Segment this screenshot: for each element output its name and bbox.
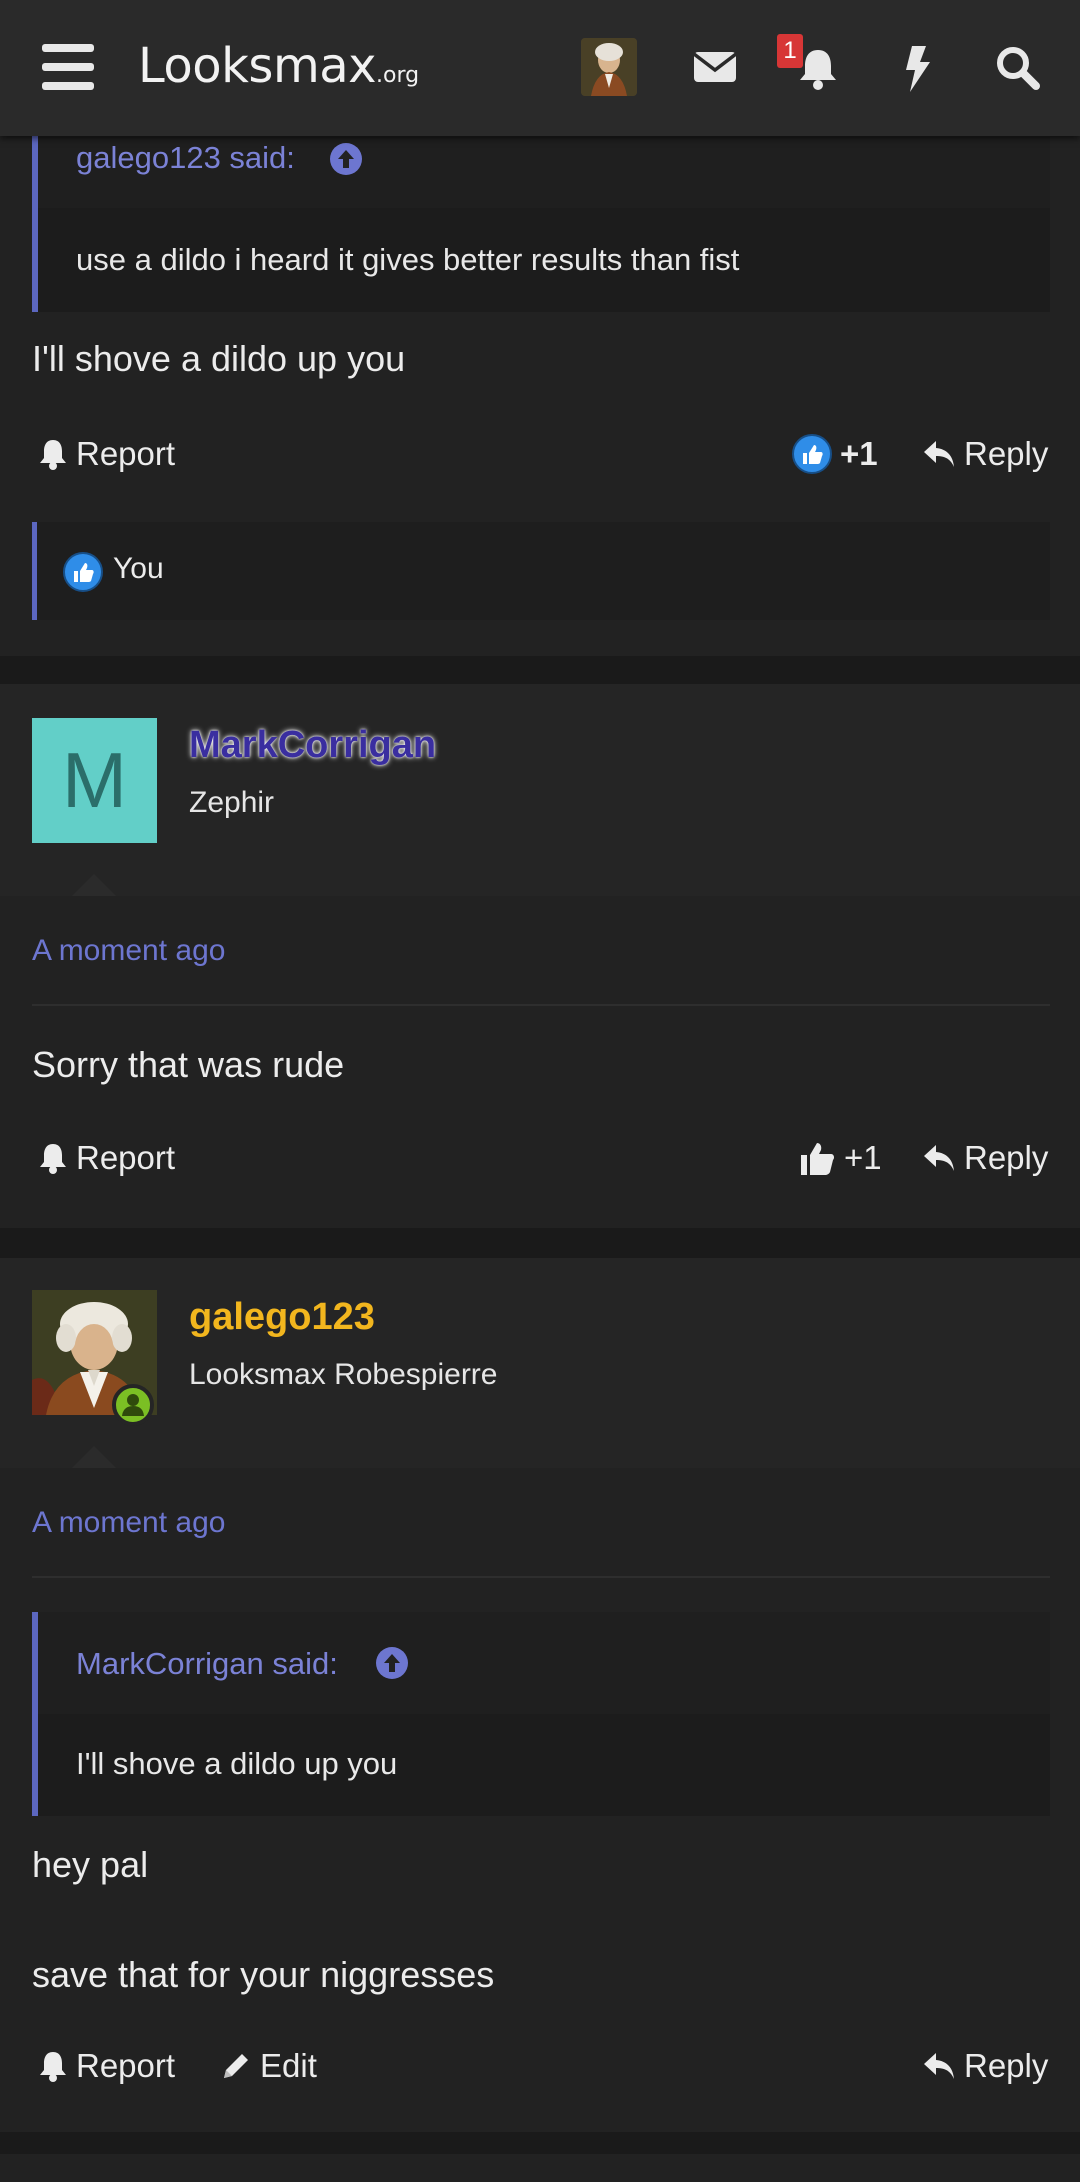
- online-status-icon: [112, 1384, 154, 1426]
- reply-button[interactable]: Reply: [922, 1128, 1048, 1188]
- user-block-pointer: [72, 1446, 116, 1468]
- reaction-summary[interactable]: +1: [792, 424, 878, 484]
- logo-text: Looksmax: [138, 38, 377, 94]
- bolt-icon[interactable]: [890, 40, 946, 96]
- quote-text: use a dildo i heard it gives better resu…: [76, 242, 740, 277]
- like-reaction-icon: [792, 434, 832, 474]
- reaction-count: +1: [844, 1139, 882, 1176]
- post-2: A moment ago Sorry that was rude Report …: [0, 896, 1080, 1228]
- bell-icon: [40, 2052, 66, 2082]
- reply-icon: [924, 1145, 954, 1171]
- like-reaction-icon: [63, 552, 103, 592]
- report-button[interactable]: Report: [38, 424, 175, 484]
- reply-label: Reply: [964, 1139, 1049, 1176]
- quote-author[interactable]: galego123 said:: [76, 140, 295, 176]
- report-button[interactable]: Report: [38, 2036, 175, 2096]
- user-block-pointer: [72, 874, 116, 896]
- report-label: Report: [76, 2047, 176, 2084]
- report-button[interactable]: Report: [38, 1128, 175, 1188]
- divider: [32, 1004, 1050, 1006]
- report-label: Report: [76, 1139, 176, 1176]
- avatar[interactable]: [581, 38, 637, 96]
- post-body-line-2: save that for your niggresses: [32, 1954, 495, 1995]
- post-1: galego123 said: use a dildo i heard it g…: [0, 116, 1080, 656]
- top-navigation-bar: Looksmax.org 1: [0, 0, 1080, 136]
- divider: [32, 1576, 1050, 1578]
- pencil-icon: [224, 2054, 248, 2078]
- user-title: Zephir: [189, 786, 275, 819]
- site-logo[interactable]: Looksmax.org: [138, 38, 419, 94]
- username[interactable]: MarkCorrigan: [189, 724, 436, 767]
- search-icon[interactable]: [990, 40, 1046, 96]
- jump-to-quote-icon[interactable]: [375, 1646, 409, 1680]
- post-actions: Report +1 Reply: [0, 1128, 1080, 1188]
- post-body: I'll shove a dildo up you: [32, 338, 406, 379]
- post-separator: [0, 1228, 1080, 1258]
- post-2-user-block: M MarkCorrigan Zephir: [0, 684, 1080, 896]
- quote-block: MarkCorrigan said: I'll shove a dildo up…: [32, 1612, 1050, 1816]
- reply-label: Reply: [964, 435, 1049, 472]
- quote-text: I'll shove a dildo up you: [76, 1746, 398, 1781]
- post-timestamp[interactable]: A moment ago: [32, 934, 225, 968]
- logo-suffix: .org: [376, 63, 420, 88]
- avatar[interactable]: M: [32, 718, 157, 843]
- quote-author[interactable]: MarkCorrigan said:: [76, 1646, 338, 1682]
- like-button[interactable]: +1: [798, 1128, 882, 1188]
- reply-button[interactable]: Reply: [922, 424, 1048, 484]
- reply-label: Reply: [964, 2047, 1049, 2084]
- post-3-user-block: galego123 Looksmax Robespierre: [0, 1258, 1080, 1468]
- jump-to-quote-icon[interactable]: [329, 142, 363, 176]
- user-title: Looksmax Robespierre: [189, 1358, 498, 1391]
- bell-icon: [40, 440, 66, 470]
- post-separator: [0, 656, 1080, 684]
- post-3: A moment ago MarkCorrigan said: I'll sho…: [0, 1468, 1080, 2132]
- reply-button[interactable]: Reply: [922, 2036, 1048, 2096]
- bell-icon: [40, 1144, 66, 1174]
- edit-label: Edit: [260, 2047, 317, 2084]
- edit-button[interactable]: Edit: [220, 2036, 317, 2096]
- reply-icon: [924, 441, 954, 467]
- post-actions: Report +1 Reply: [0, 424, 1080, 484]
- envelope-icon[interactable]: [690, 40, 746, 96]
- reactions-list-text: You: [113, 552, 164, 585]
- post-timestamp[interactable]: A moment ago: [32, 1506, 225, 1540]
- reply-icon: [924, 2053, 954, 2079]
- avatar-letter: M: [62, 736, 127, 824]
- username[interactable]: galego123: [189, 1296, 375, 1339]
- post-body: Sorry that was rude: [32, 1044, 345, 1085]
- thumbs-up-icon: [801, 1143, 835, 1175]
- reactions-bar[interactable]: You: [32, 522, 1050, 620]
- report-label: Report: [76, 435, 176, 472]
- quote-block: galego123 said: use a dildo i heard it g…: [32, 116, 1050, 312]
- bell-icon[interactable]: [790, 40, 846, 96]
- post-body-line-1: hey pal: [32, 1844, 149, 1885]
- reaction-count: +1: [840, 435, 878, 472]
- next-post-edge: [0, 2154, 1080, 2182]
- menu-icon[interactable]: [42, 44, 94, 90]
- post-actions: Report Edit Reply: [0, 2036, 1080, 2096]
